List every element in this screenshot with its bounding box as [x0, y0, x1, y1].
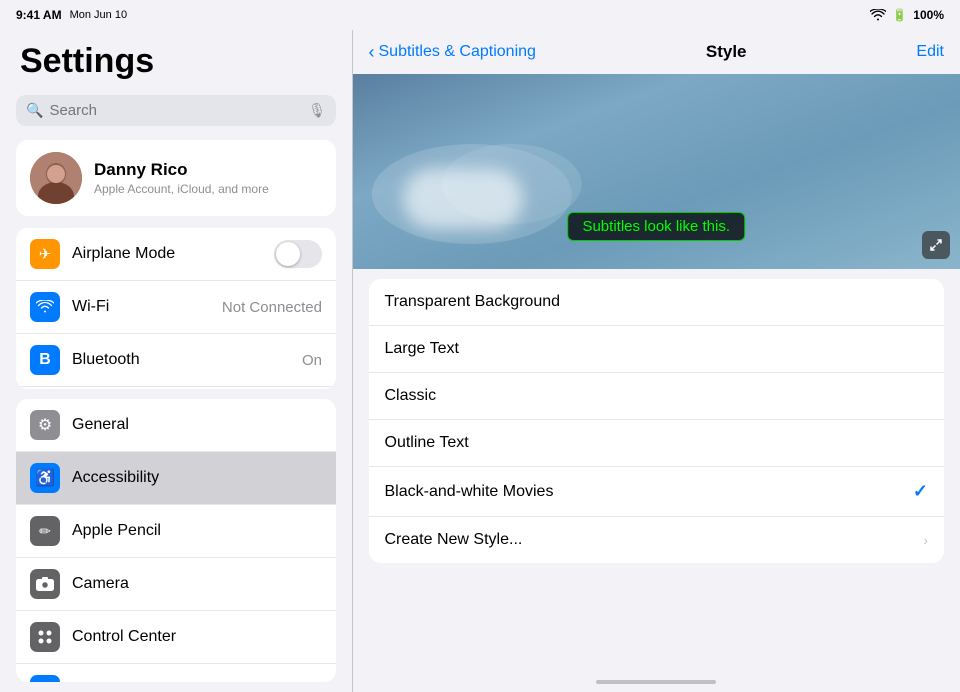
status-date: Mon Jun 10	[70, 9, 127, 21]
style-item-large-text[interactable]: Large Text	[369, 326, 945, 373]
wifi-label: Wi-Fi	[72, 298, 210, 316]
video-preview: Subtitles look like this.	[353, 74, 960, 269]
bluetooth-icon: B	[30, 345, 60, 375]
control-center-icon	[30, 622, 60, 652]
bluetooth-label: Bluetooth	[72, 351, 290, 369]
subtitle-preview: Subtitles look like this.	[567, 212, 745, 241]
search-icon: 🔍	[26, 102, 43, 119]
wifi-item-icon	[30, 292, 60, 322]
sidebar-item-display[interactable]: ☀ Display & Brightness	[16, 664, 336, 682]
accessibility-label: Accessibility	[72, 469, 322, 487]
avatar	[30, 152, 82, 204]
general-icon: ⚙	[30, 410, 60, 440]
sidebar-item-control-center[interactable]: Control Center	[16, 611, 336, 664]
back-chevron-icon: ‹	[369, 42, 375, 63]
style-label-outline-text: Outline Text	[385, 434, 929, 452]
display-label: Display & Brightness	[72, 681, 322, 682]
bluetooth-value: On	[302, 352, 322, 369]
display-icon: ☀	[30, 675, 60, 682]
style-label-large-text: Large Text	[385, 340, 929, 358]
nav-bar: ‹ Subtitles & Captioning Style Edit	[353, 30, 960, 74]
sidebar: Settings 🔍 🎙 Danny Rico Apple Account, i…	[0, 0, 352, 692]
main-content: ‹ Subtitles & Captioning Style Edit Subt…	[353, 0, 960, 692]
camera-icon	[30, 569, 60, 599]
style-label-create-new: Create New Style...	[385, 531, 924, 549]
user-info: Danny Rico Apple Account, iCloud, and mo…	[94, 160, 269, 196]
style-label-bw-movies: Black-and-white Movies	[385, 483, 913, 501]
status-icons: 🔋 100%	[870, 8, 944, 22]
airplane-toggle[interactable]	[274, 240, 322, 268]
style-item-transparent-bg[interactable]: Transparent Background	[369, 279, 945, 326]
airplane-label: Airplane Mode	[72, 245, 262, 263]
checkmark-icon: ✓	[913, 481, 928, 502]
user-card[interactable]: Danny Rico Apple Account, iCloud, and mo…	[16, 140, 336, 216]
style-item-create-new[interactable]: Create New Style... ›	[369, 517, 945, 563]
style-item-classic[interactable]: Classic	[369, 373, 945, 420]
nav-title: Style	[706, 42, 747, 62]
search-bar[interactable]: 🔍 🎙	[16, 95, 336, 126]
status-bar: 9:41 AM Mon Jun 10 🔋 100%	[0, 0, 960, 30]
search-input[interactable]	[49, 102, 302, 119]
back-label: Subtitles & Captioning	[379, 43, 536, 61]
home-indicator	[353, 672, 960, 692]
connectivity-section: ✈ Airplane Mode Wi-Fi Not Connected B	[16, 228, 336, 389]
battery-icon: 🔋	[892, 8, 907, 22]
general-label: General	[72, 416, 322, 434]
airplane-icon: ✈	[30, 239, 60, 269]
edit-button[interactable]: Edit	[916, 43, 944, 61]
apple-pencil-icon: ✏	[30, 516, 60, 546]
sidebar-item-apple-pencil[interactable]: ✏ Apple Pencil	[16, 505, 336, 558]
style-list: Transparent Background Large Text Classi…	[353, 269, 960, 672]
apple-pencil-label: Apple Pencil	[72, 522, 322, 540]
status-time: 9:41 AM	[16, 8, 62, 22]
style-item-bw-movies[interactable]: Black-and-white Movies ✓	[369, 467, 945, 517]
wifi-icon	[870, 9, 886, 21]
sidebar-item-airplane[interactable]: ✈ Airplane Mode	[16, 228, 336, 281]
expand-button[interactable]	[922, 231, 950, 259]
style-options-section: Transparent Background Large Text Classi…	[369, 279, 945, 563]
sidebar-item-wifi[interactable]: Wi-Fi Not Connected	[16, 281, 336, 334]
chevron-right-icon: ›	[923, 532, 928, 548]
style-item-outline-text[interactable]: Outline Text	[369, 420, 945, 467]
style-label-classic: Classic	[385, 387, 929, 405]
app-settings-section: ⚙ General ♿ Accessibility ✏ Apple Pencil	[16, 399, 336, 682]
sidebar-item-battery[interactable]: 🔋 Battery	[16, 387, 336, 389]
back-button[interactable]: ‹ Subtitles & Captioning	[369, 42, 536, 63]
accessibility-icon: ♿	[30, 463, 60, 493]
user-name: Danny Rico	[94, 160, 269, 180]
style-label-transparent-bg: Transparent Background	[385, 293, 929, 311]
sidebar-title: Settings	[0, 30, 352, 89]
sidebar-item-general[interactable]: ⚙ General	[16, 399, 336, 452]
home-indicator-bar	[596, 680, 716, 684]
sidebar-item-camera[interactable]: Camera	[16, 558, 336, 611]
expand-icon	[930, 239, 942, 251]
sidebar-item-bluetooth[interactable]: B Bluetooth On	[16, 334, 336, 387]
wifi-value: Not Connected	[222, 299, 322, 316]
sidebar-item-accessibility[interactable]: ♿ Accessibility	[16, 452, 336, 505]
control-center-label: Control Center	[72, 628, 322, 646]
camera-label: Camera	[72, 575, 322, 593]
battery-percent: 100%	[913, 8, 944, 22]
user-subtitle: Apple Account, iCloud, and more	[94, 182, 269, 196]
mic-icon[interactable]: 🎙	[308, 102, 326, 119]
